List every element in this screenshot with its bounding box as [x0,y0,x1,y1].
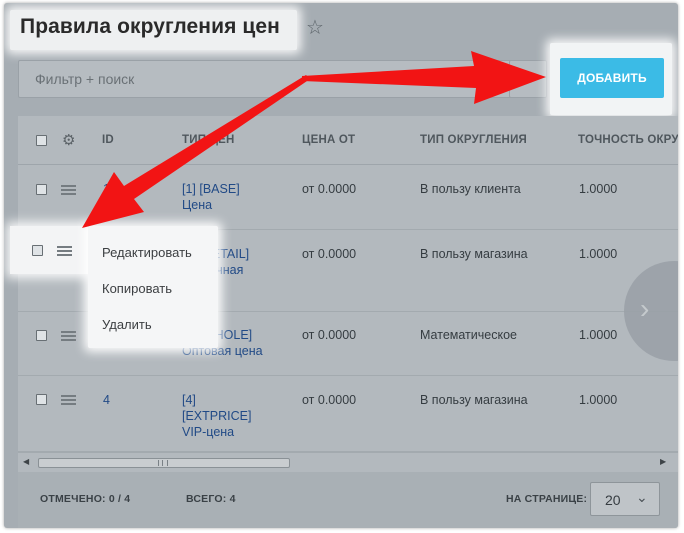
row-checkbox[interactable] [32,245,43,256]
scroll-right-arrow-icon[interactable]: ▶ [660,457,666,466]
menu-item-copy[interactable]: Копировать [102,281,172,296]
column-rounding-precision[interactable]: ТОЧНОСТЬ ОКРУГЛЕНИЯ [578,134,678,146]
per-page-label: НА СТРАНИЦЕ: [506,493,588,505]
row-context-menu: Редактировать Копировать Удалить [88,226,218,348]
column-rounding-type[interactable]: ТИП ОКРУГЛЕНИЯ [420,134,527,146]
scroll-left-arrow-icon[interactable]: ◀ [23,457,29,466]
row-rounding-type: В пользу магазина [420,247,528,261]
scrollbar-grip-icon [158,460,168,466]
add-button[interactable]: ДОБАВИТЬ [560,58,664,98]
chevron-down-icon: ⌄ [636,489,648,505]
row-price-type-link[interactable]: [4] [EXTPRICE] VIP-цена [182,392,251,440]
table-row[interactable]: 1 [1] [BASE] Цена от 0.0000 В пользу кли… [18,165,678,230]
row-precision: 1.0000 [579,247,618,261]
price-type-code-ext: [EXTPRICE] [182,409,252,423]
magnifier-icon[interactable]: ⚲ [460,70,471,88]
horizontal-scrollbar[interactable]: ◀ ▶ [18,452,678,472]
row-checkbox[interactable] [36,184,47,195]
row-rounding-type: В пользу магазина [420,393,528,407]
gear-icon: ⚙ [520,70,536,87]
row-menu-icon[interactable] [57,246,72,256]
column-price-type[interactable]: ТИП ЦЕН [182,134,235,146]
filter-search-box[interactable]: ⚲ [18,60,538,98]
filter-search-input[interactable] [19,61,465,97]
row-price-from: от 0.0000 [302,247,357,261]
row-checkbox[interactable] [36,330,47,341]
page-title: Правила округления цен [20,15,280,38]
row-precision: 1.0000 [579,328,618,342]
column-id[interactable]: ID [102,134,114,146]
row-id[interactable]: 4 [103,392,110,408]
price-type-name: Цена [182,198,213,212]
row-controls-highlight [10,226,88,274]
price-type-name: VIP-цена [182,425,235,439]
star-outline-icon[interactable]: ☆ [306,18,324,38]
total-count: ВСЕГО: 4 [186,493,236,505]
grid-header: ⚙ ID ТИП ЦЕН ЦЕНА ОТ ТИП ОКРУГЛЕНИЯ ТОЧН… [18,116,678,165]
filter-settings-button[interactable]: ⚙ [509,60,547,98]
menu-item-edit[interactable]: Редактировать [102,245,192,260]
row-price-from: от 0.0000 [302,393,357,407]
row-price-from: от 0.0000 [302,328,357,342]
row-precision: 1.0000 [579,182,618,196]
row-rounding-type: В пользу клиента [420,182,521,196]
row-menu-icon[interactable] [61,331,76,341]
row-rounding-type: Математическое [420,328,517,342]
price-type-code: [4] [182,393,196,407]
row-menu-icon[interactable] [61,185,76,195]
per-page-select[interactable]: 20 ⌄ [590,482,660,516]
gear-icon[interactable]: ⚙ [62,131,75,149]
row-price-type-link[interactable]: [1] [BASE] Цена [182,181,240,213]
row-id[interactable]: 1 [103,181,110,197]
row-precision: 1.0000 [579,393,618,407]
column-price-from[interactable]: ЦЕНА ОТ [302,134,355,146]
table-row[interactable]: 4 [4] [EXTPRICE] VIP-цена от 0.0000 В по… [18,376,678,452]
menu-item-delete[interactable]: Удалить [102,317,152,332]
row-checkbox[interactable] [36,394,47,405]
grid-footer: ОТМЕЧЕНО: 0 / 4 ВСЕГО: 4 НА СТРАНИЦЕ: 20… [18,472,678,528]
select-all-checkbox[interactable] [36,135,47,146]
price-type-code: [1] [BASE] [182,182,240,196]
per-page-value: 20 [605,492,621,508]
row-price-from: от 0.0000 [302,182,357,196]
row-menu-icon[interactable] [61,395,76,405]
chevron-right-icon[interactable]: › [640,293,649,325]
selected-count: ОТМЕЧЕНО: 0 / 4 [40,493,131,505]
